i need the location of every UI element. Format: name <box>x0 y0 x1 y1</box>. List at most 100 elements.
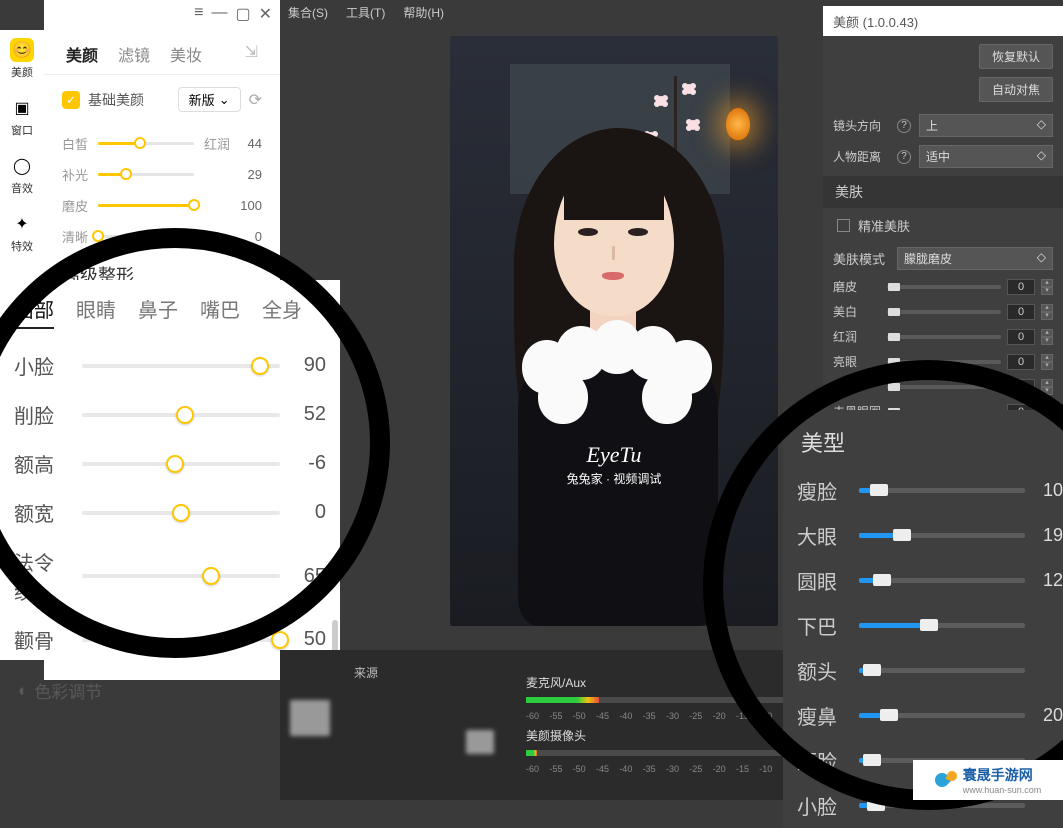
rs-spinner[interactable]: ▴▾ <box>1041 379 1053 395</box>
right-skin-row: 磨皮 0 ▴▾ <box>823 274 1063 299</box>
facetab-mouth[interactable]: 嘴巴 <box>200 294 240 329</box>
right-skin-row: 红润 0 ▴▾ <box>823 324 1063 349</box>
basic-beauty-row: ✓ 基础美颜 新版⌄ ⟳ <box>44 75 280 124</box>
rail-item[interactable]: 😊 美颜 <box>0 30 44 88</box>
rs-spinner[interactable]: ▴▾ <box>1041 279 1053 295</box>
precise-checkbox[interactable] <box>837 219 850 232</box>
menu-icon[interactable]: ≡ <box>194 4 203 26</box>
slider-value: 44 <box>238 136 262 151</box>
close-icon[interactable]: ✕ <box>259 4 272 26</box>
menu-help[interactable]: 帮助(H) <box>403 4 444 22</box>
restore-default-button[interactable]: 恢复默认 <box>979 44 1053 69</box>
rs-track[interactable] <box>887 285 1001 289</box>
help-icon[interactable]: ? <box>897 150 911 164</box>
face-slider-row: 法令纹 65 <box>14 537 326 615</box>
right-skin-row: 亮眼 0 ▴▾ <box>823 349 1063 374</box>
rs-value: 0 <box>1007 379 1035 395</box>
slider-label-left: 清晰 <box>62 227 90 246</box>
rs-spinner[interactable]: ▴▾ <box>1041 354 1053 370</box>
shape-track[interactable] <box>859 533 1025 538</box>
face-slider-value: -6 <box>292 452 326 475</box>
rs-label: 美白 <box>833 303 881 320</box>
tab-beauty[interactable]: 美颜 <box>66 42 98 66</box>
right-skin-row: 美白 0 ▴▾ <box>823 299 1063 324</box>
slider-track[interactable] <box>98 235 194 238</box>
menu-set[interactable]: 集合(S) <box>288 4 328 22</box>
rs-value: 0 <box>1007 304 1035 320</box>
face-sliders: 小脸 90削脸 52额高 -6额宽 0法令纹 65颧骨 50 <box>0 341 340 664</box>
mic-label: 麦克风/Aux <box>526 674 806 691</box>
slider-track[interactable] <box>98 204 194 207</box>
rs-track[interactable] <box>887 335 1001 339</box>
shape-track[interactable] <box>859 713 1025 718</box>
facetab-nose[interactable]: 鼻子 <box>138 294 178 329</box>
autofocus-button[interactable]: 自动对焦 <box>979 77 1053 102</box>
version-select[interactable]: 新版⌄ <box>178 87 241 112</box>
rs-track[interactable] <box>887 385 1001 389</box>
rs-track[interactable] <box>887 310 1001 314</box>
skin-slider-row: 补光 29 <box>62 159 262 190</box>
rs-spinner[interactable]: ▴▾ <box>1041 304 1053 320</box>
face-slider-value: 0 <box>292 501 326 524</box>
right-titlebar: 美颜 (1.0.0.43) <box>823 6 1063 36</box>
slider-value: 29 <box>238 167 262 182</box>
shape-track[interactable] <box>859 623 1025 628</box>
lens-dir-select[interactable]: 上◇ <box>919 114 1053 137</box>
face-slider-track[interactable] <box>82 574 280 578</box>
slider-track[interactable] <box>98 142 194 145</box>
expand-icon[interactable]: ⇲ <box>245 42 258 66</box>
rs-track[interactable] <box>887 360 1001 364</box>
refresh-icon[interactable]: ⟳ <box>249 90 262 110</box>
rs-spinner[interactable]: ▴▾ <box>1041 329 1053 345</box>
slider-track[interactable] <box>98 173 194 176</box>
rail-label: 美颜 <box>11 64 33 80</box>
tab-filter[interactable]: 滤镜 <box>118 42 150 66</box>
cam-scale: -60-55-50-45-40-35-30-25-20-15-10-50 <box>526 764 806 774</box>
basic-checkbox[interactable]: ✓ <box>62 91 80 109</box>
rs-label: 美牙 <box>833 378 881 395</box>
help-icon[interactable]: ? <box>897 119 911 133</box>
face-slider-track[interactable] <box>82 364 280 368</box>
shape-value: 10 <box>1041 480 1063 501</box>
face-slider-label: 法令纹 <box>14 547 70 605</box>
face-slider-track[interactable] <box>82 413 280 417</box>
rail-item[interactable]: ◯音效 <box>0 146 44 204</box>
rail-icon: 😊 <box>10 38 34 62</box>
shape-label: 瘦鼻 <box>797 701 843 730</box>
shape-track[interactable] <box>859 488 1025 493</box>
rail-icon: ◯ <box>10 154 34 178</box>
shape-track[interactable] <box>859 578 1025 583</box>
rail-icon: ▣ <box>10 96 34 120</box>
face-slider-value: 90 <box>292 354 326 377</box>
slider-value: 100 <box>238 198 262 213</box>
skin-slider-row: 白皙 红润 44 <box>62 128 262 159</box>
facetab-body[interactable]: 全身 <box>262 294 302 329</box>
face-slider-track[interactable] <box>82 638 280 642</box>
rail-item[interactable]: ✦特效 <box>0 204 44 262</box>
site-watermark: 寰晟手游网www.huan-sun.com <box>913 760 1063 800</box>
facetab-eye[interactable]: 眼睛 <box>76 294 116 329</box>
mode-select[interactable]: 朦胧磨皮◇ <box>897 247 1053 270</box>
slider-value: 0 <box>238 229 262 244</box>
maximize-icon[interactable]: ▢ <box>235 4 250 26</box>
facetab-face[interactable]: 面部 <box>14 294 54 329</box>
face-slider-track[interactable] <box>82 462 280 466</box>
tab-makeup[interactable]: 美妆 <box>170 42 202 66</box>
rail-item[interactable]: ▣窗口 <box>0 88 44 146</box>
minimize-icon[interactable]: — <box>211 4 227 26</box>
shape-label: 大眼 <box>797 521 843 550</box>
face-slider-track[interactable] <box>82 511 280 515</box>
basic-label: 基础美颜 <box>88 90 170 110</box>
shape-track[interactable] <box>859 803 1025 808</box>
person-dress-ruffle <box>522 326 712 416</box>
thumb-blur <box>290 700 330 736</box>
rs-label: 磨皮 <box>833 278 881 295</box>
dist-select[interactable]: 适中◇ <box>919 145 1053 168</box>
face-slider-label: 额宽 <box>14 498 70 527</box>
menu-tools[interactable]: 工具(T) <box>346 4 385 22</box>
cam-label: 美颜摄像头 <box>526 727 806 744</box>
shape-track[interactable] <box>859 668 1025 673</box>
face-slider-row: 小脸 90 <box>14 341 326 390</box>
shape-label: 小脸 <box>797 791 843 820</box>
shape-slider-row: 圆眼 12 <box>797 558 1063 603</box>
